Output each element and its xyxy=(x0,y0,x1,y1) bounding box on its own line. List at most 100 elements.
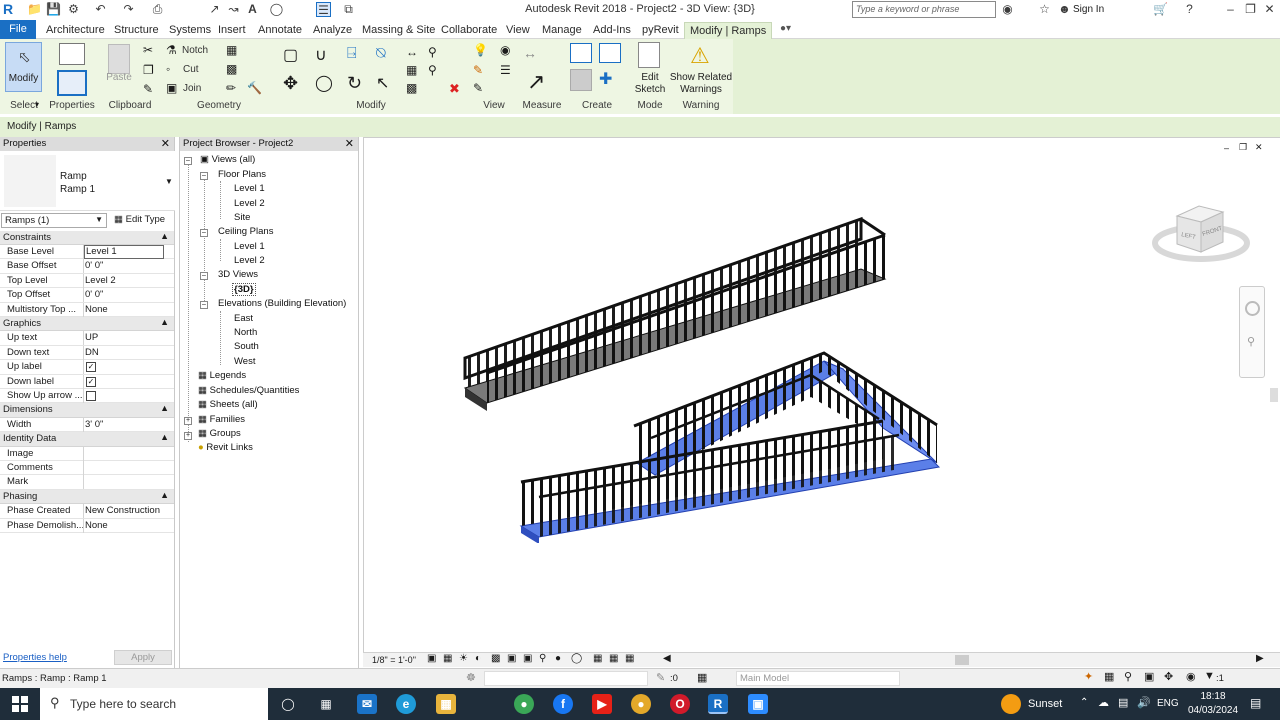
horizontal-scrollbar[interactable] xyxy=(955,655,969,665)
tab-annotate[interactable]: Annotate xyxy=(258,22,302,39)
tree-south[interactable]: South xyxy=(234,341,259,352)
tab-massing-site[interactable]: Massing & Site xyxy=(362,22,435,39)
detail-level-icon[interactable]: ▣ xyxy=(427,653,436,664)
cut-geometry-icon[interactable]: ◦ xyxy=(166,62,170,76)
tree-revit-links[interactable]: ● Revit Links xyxy=(198,442,253,453)
zoom-app-icon[interactable]: ▣ xyxy=(748,694,768,714)
notch-label[interactable]: Notch xyxy=(182,45,208,56)
create-group-icon[interactable] xyxy=(570,69,592,91)
design-options-icon[interactable]: ▦ xyxy=(697,671,707,684)
join-label[interactable]: Join xyxy=(183,83,201,94)
join-icon[interactable]: ▣ xyxy=(166,81,177,95)
tree-cp-level-1[interactable]: Level 1 xyxy=(234,241,265,252)
tree-elevations[interactable]: Elevations (Building Elevation) xyxy=(218,298,346,309)
edit-sketch-label-2[interactable]: Sketch xyxy=(630,84,670,96)
prop-row-top-level[interactable]: Top Level Level 2 xyxy=(0,273,174,289)
tree-cp-level-2[interactable]: Level 2 xyxy=(234,255,265,266)
chrome-2-icon[interactable]: ● xyxy=(631,694,651,714)
type-selector[interactable]: Ramp Ramp 1 ▼ xyxy=(0,151,175,211)
properties-icon[interactable] xyxy=(57,70,87,96)
prop-row-down-label[interactable]: Down label ✓ xyxy=(0,374,174,389)
split-icon[interactable]: ↔ xyxy=(406,45,418,59)
worksharing-icon[interactable]: ▦ xyxy=(593,653,602,664)
ramp-model[interactable] xyxy=(459,213,949,543)
base-level-field[interactable]: Level 1 xyxy=(84,245,164,259)
volume-icon[interactable]: 🔊 xyxy=(1137,696,1151,709)
prop-row-up-text[interactable]: Up text UP xyxy=(0,331,174,346)
tree-east[interactable]: East xyxy=(234,313,253,324)
tree-3d-view-active[interactable]: {3D} xyxy=(232,283,256,296)
view-restore-icon[interactable]: ❐ xyxy=(1239,142,1247,153)
crop-region-icon[interactable]: ▣ xyxy=(523,653,532,664)
select-underlay-icon[interactable]: ▦ xyxy=(1104,670,1114,683)
move-icon[interactable]: ✥ xyxy=(283,73,298,94)
override-graphics-icon[interactable]: ✎ xyxy=(473,63,483,77)
tab-view[interactable]: View xyxy=(506,22,530,39)
collapse-3d-views-icon[interactable]: – xyxy=(200,272,208,280)
cut-label[interactable]: Cut xyxy=(183,64,199,75)
prop-row-image[interactable]: Image xyxy=(0,446,174,461)
demolish-icon[interactable]: 🔨 xyxy=(247,81,262,95)
tree-schedules[interactable]: ▦ Schedules/Quantities xyxy=(198,385,299,396)
tab-modify-ramps[interactable]: Modify | Ramps xyxy=(684,22,773,39)
show-warnings-label-2[interactable]: Warnings xyxy=(667,84,735,96)
search-input[interactable]: Type a keyword or phrase xyxy=(852,1,996,18)
help-icon[interactable]: ? xyxy=(1182,2,1197,17)
down-label-checkbox[interactable]: ✓ xyxy=(86,376,96,387)
vertical-scrollbar[interactable] xyxy=(1270,388,1278,402)
tray-chevron-icon[interactable]: ⌃ xyxy=(1080,697,1088,708)
prop-row-base-offset[interactable]: Base Offset 0' 0" xyxy=(0,259,174,274)
offset-icon[interactable]: ∪ xyxy=(315,45,327,65)
lock-view-icon[interactable]: ⚲ xyxy=(539,653,546,664)
instance-selector[interactable]: Ramps (1) ▼ xyxy=(1,213,107,228)
scale-icon[interactable]: ▩ xyxy=(406,81,417,95)
prop-row-multistory[interactable]: Multistory Top ... None xyxy=(0,302,174,317)
background-process-icon[interactable]: ◉ xyxy=(1186,670,1196,683)
tab-insert[interactable]: Insert xyxy=(218,22,246,39)
prop-row-phase-created[interactable]: Phase Created New Construction xyxy=(0,504,174,519)
close-icon[interactable]: ✕ xyxy=(1262,2,1277,17)
visual-style-icon[interactable]: ▦ xyxy=(443,653,452,664)
linework-icon[interactable]: ✎ xyxy=(473,81,483,95)
section-identity-data[interactable]: Identity Data ▲ xyxy=(0,432,174,447)
collapse-elevations-icon[interactable]: – xyxy=(200,301,208,309)
language-indicator[interactable]: ENG xyxy=(1157,698,1179,709)
section-phasing[interactable]: Phasing ▲ xyxy=(0,489,174,505)
select-by-face-icon[interactable]: ▣ xyxy=(1144,670,1154,683)
binoculars-icon[interactable]: ◉ xyxy=(1000,2,1015,17)
cut-clipboard-icon[interactable]: ✂ xyxy=(143,43,153,57)
aligned-dimension-icon[interactable]: ↗ xyxy=(527,69,545,95)
revit-icon[interactable]: R xyxy=(708,694,728,714)
collapse-ceiling-plans-icon[interactable]: – xyxy=(200,229,208,237)
modify-button[interactable]: ⬁ Modify xyxy=(5,42,42,92)
notifications-icon[interactable]: ▤ xyxy=(1250,696,1261,710)
edit-type-button[interactable]: ▦ Edit Type xyxy=(112,213,172,228)
delete-icon[interactable]: ✖ xyxy=(449,81,460,97)
clock-date[interactable]: 04/03/2024 xyxy=(1185,705,1241,716)
shadows-icon[interactable]: ◐ xyxy=(475,653,481,664)
warning-icon[interactable]: ⚠ xyxy=(690,43,710,69)
chrome-icon[interactable]: ● xyxy=(514,694,534,714)
copy-icon[interactable]: ❐ xyxy=(143,63,154,77)
align-icon[interactable]: ▢ xyxy=(283,45,298,65)
user-icon[interactable]: ☻ xyxy=(1057,2,1072,17)
show-warnings-label-1[interactable]: Show Related xyxy=(667,72,735,84)
mirror-pick-icon[interactable]: ⍈ xyxy=(347,45,357,63)
tree-groups[interactable]: ▦ Groups xyxy=(198,428,241,439)
section-dimensions[interactable]: Dimensions ▲ xyxy=(0,403,174,418)
pin-icon[interactable]: ⚲ xyxy=(428,45,437,59)
prop-row-show-up-arrow[interactable]: Show Up arrow ... xyxy=(0,389,174,404)
star-icon[interactable]: ☆ xyxy=(1037,2,1052,17)
tree-views-all[interactable]: ▣ Views (all) xyxy=(200,154,255,165)
network-icon[interactable]: ▤ xyxy=(1118,696,1128,709)
edit-sketch-icon[interactable] xyxy=(638,42,660,68)
prop-row-phase-demolished[interactable]: Phase Demolish... None xyxy=(0,518,174,533)
tab-file[interactable]: File xyxy=(0,20,36,39)
tab-manage[interactable]: Manage xyxy=(542,22,582,39)
create-similar-icon[interactable]: ✚ xyxy=(599,69,612,89)
minimize-icon[interactable]: – xyxy=(1223,2,1238,17)
prop-row-comments[interactable]: Comments xyxy=(0,461,174,476)
render-icon[interactable]: ▩ xyxy=(491,653,500,664)
paste-icon[interactable] xyxy=(108,44,130,74)
tree-ceiling-plans[interactable]: Ceiling Plans xyxy=(218,226,273,237)
